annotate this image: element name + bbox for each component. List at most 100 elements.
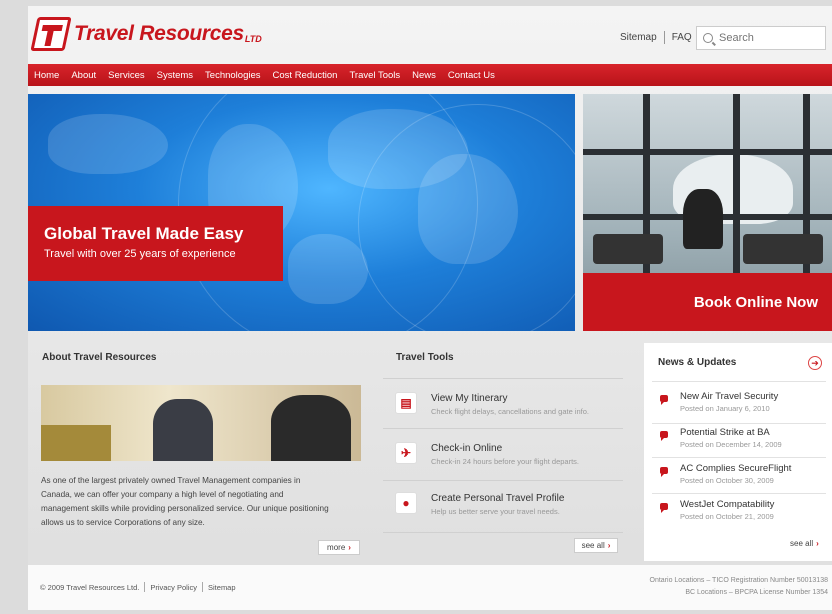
search-icon bbox=[703, 33, 713, 43]
footer-links: © 2009 Travel Resources Ltd. Privacy Pol… bbox=[40, 582, 236, 592]
divider bbox=[202, 582, 204, 592]
tool-item-checkin[interactable]: ✈ Check-in Online Check-in 24 hours befo… bbox=[383, 438, 623, 484]
book-online-button[interactable]: Book Online Now bbox=[583, 273, 832, 331]
divider bbox=[652, 493, 826, 494]
registration-info: Ontario Locations – TICO Registration Nu… bbox=[650, 575, 828, 599]
window-frame bbox=[583, 149, 832, 155]
top-links: Sitemap FAQ bbox=[620, 31, 692, 44]
divider bbox=[383, 378, 623, 379]
tool-desc: Check-in 24 hours before your flight dep… bbox=[431, 457, 579, 466]
speech-bubble-icon bbox=[660, 395, 668, 405]
nav-about[interactable]: About bbox=[71, 70, 96, 81]
seats bbox=[41, 425, 111, 461]
hero-subtitle: Travel with over 25 years of experience bbox=[44, 248, 236, 260]
profile-icon: ● bbox=[395, 492, 417, 514]
window-frame bbox=[733, 94, 740, 274]
speech-bubble-icon bbox=[660, 431, 668, 441]
luggage-silhouette bbox=[271, 395, 351, 461]
nav-contact-us[interactable]: Contact Us bbox=[448, 70, 495, 81]
main-nav: Home About Services Systems Technologies… bbox=[28, 64, 832, 86]
ontario-registration: Ontario Locations – TICO Registration Nu… bbox=[649, 577, 828, 584]
news-item-date: Posted on October 30, 2009 bbox=[680, 476, 774, 485]
footer-sitemap-link[interactable]: Sitemap bbox=[208, 583, 236, 592]
news-item-title[interactable]: New Air Travel Security bbox=[680, 391, 778, 402]
tool-title: Check-in Online bbox=[431, 443, 503, 454]
about-line: Canada, we can offer your company a high… bbox=[41, 490, 284, 499]
hero-title: Global Travel Made Easy bbox=[44, 224, 244, 243]
tool-title: Create Personal Travel Profile bbox=[431, 493, 565, 504]
seat bbox=[593, 234, 663, 264]
map-land bbox=[48, 114, 168, 174]
divider bbox=[652, 381, 826, 382]
about-title: About Travel Resources bbox=[42, 352, 157, 363]
nav-travel-tools[interactable]: Travel Tools bbox=[349, 70, 400, 81]
about-line: allows us to service Corporations of any… bbox=[41, 518, 205, 527]
nav-technologies[interactable]: Technologies bbox=[205, 70, 260, 81]
divider bbox=[663, 31, 665, 44]
divider bbox=[383, 480, 623, 481]
tool-desc: Help us better serve your travel needs. bbox=[431, 507, 560, 516]
divider bbox=[652, 423, 826, 424]
page: Travel Resources LTD Sitemap FAQ Home Ab… bbox=[28, 6, 832, 610]
about-text: As one of the largest privately owned Tr… bbox=[41, 474, 371, 530]
divider bbox=[383, 428, 623, 429]
speech-bubble-icon bbox=[660, 467, 668, 477]
news-item-title[interactable]: AC Complies SecureFlight bbox=[680, 463, 791, 474]
divider bbox=[383, 532, 623, 533]
bc-registration: BC Locations – BPCPA License Number 1354 bbox=[685, 589, 828, 596]
logo[interactable]: Travel Resources LTD bbox=[30, 14, 262, 54]
tools-see-all-button[interactable]: see all › bbox=[574, 538, 618, 553]
privacy-policy-link[interactable]: Privacy Policy bbox=[150, 583, 197, 592]
hero-caption: Global Travel Made Easy Travel with over… bbox=[28, 206, 283, 281]
businessman-silhouette bbox=[153, 399, 213, 461]
traveler-silhouette bbox=[683, 189, 723, 249]
copyright: © 2009 Travel Resources Ltd. bbox=[40, 582, 140, 592]
nav-services[interactable]: Services bbox=[108, 70, 144, 81]
chevron-right-icon: › bbox=[607, 541, 611, 550]
sitemap-link[interactable]: Sitemap bbox=[620, 32, 657, 43]
faq-link[interactable]: FAQ bbox=[672, 32, 692, 43]
footer: © 2009 Travel Resources Ltd. Privacy Pol… bbox=[28, 564, 832, 610]
itinerary-icon: ▤ bbox=[395, 392, 417, 414]
tool-item-profile[interactable]: ● Create Personal Travel Profile Help us… bbox=[383, 488, 623, 534]
news-item-date: Posted on October 21, 2009 bbox=[680, 512, 774, 521]
nav-news[interactable]: News bbox=[412, 70, 436, 81]
nav-cost-reduction[interactable]: Cost Reduction bbox=[273, 70, 338, 81]
chevron-right-icon: › bbox=[348, 543, 351, 552]
news-item[interactable]: WestJet Compatability Posted on October … bbox=[660, 499, 830, 535]
search-input[interactable] bbox=[719, 32, 819, 44]
search-box[interactable] bbox=[696, 26, 826, 50]
news-item-title[interactable]: Potential Strike at BA bbox=[680, 427, 770, 438]
news-panel: News & Updates ➔ New Air Travel Security… bbox=[644, 343, 832, 561]
see-all-label: see all bbox=[790, 539, 814, 548]
more-button[interactable]: more › bbox=[318, 540, 360, 555]
plane-icon: ✈ bbox=[395, 442, 417, 464]
news-title: News & Updates bbox=[658, 357, 737, 368]
hero-banner[interactable]: Global Travel Made Easy Travel with over… bbox=[28, 94, 575, 331]
nav-home[interactable]: Home bbox=[34, 70, 59, 81]
chevron-right-icon: › bbox=[816, 539, 819, 548]
see-all-label: see all bbox=[581, 541, 605, 550]
tools-title: Travel Tools bbox=[396, 352, 454, 363]
divider bbox=[144, 582, 146, 592]
more-label: more bbox=[327, 543, 346, 552]
tool-title: View My Itinerary bbox=[431, 393, 508, 404]
news-item-title[interactable]: WestJet Compatability bbox=[680, 499, 774, 510]
map-land bbox=[288, 234, 368, 304]
tool-desc: Check flight delays, cancellations and g… bbox=[431, 407, 590, 416]
about-line: management skills while providing person… bbox=[41, 504, 329, 513]
logo-text: Travel Resources bbox=[74, 22, 244, 45]
news-item-date: Posted on December 14, 2009 bbox=[680, 440, 782, 449]
news-item[interactable]: New Air Travel Security Posted on Januar… bbox=[660, 391, 830, 427]
book-online-banner[interactable]: Book Online Now bbox=[583, 94, 832, 331]
nav-systems[interactable]: Systems bbox=[157, 70, 193, 81]
logo-icon bbox=[30, 17, 72, 51]
map-land bbox=[418, 154, 518, 264]
news-see-all-link[interactable]: see all › bbox=[790, 539, 819, 548]
arrow-right-icon[interactable]: ➔ bbox=[808, 356, 822, 370]
seat bbox=[743, 234, 823, 264]
speech-bubble-icon bbox=[660, 503, 668, 513]
logo-suffix: LTD bbox=[244, 34, 262, 44]
about-line: As one of the largest privately owned Tr… bbox=[41, 476, 301, 485]
divider bbox=[652, 457, 826, 458]
